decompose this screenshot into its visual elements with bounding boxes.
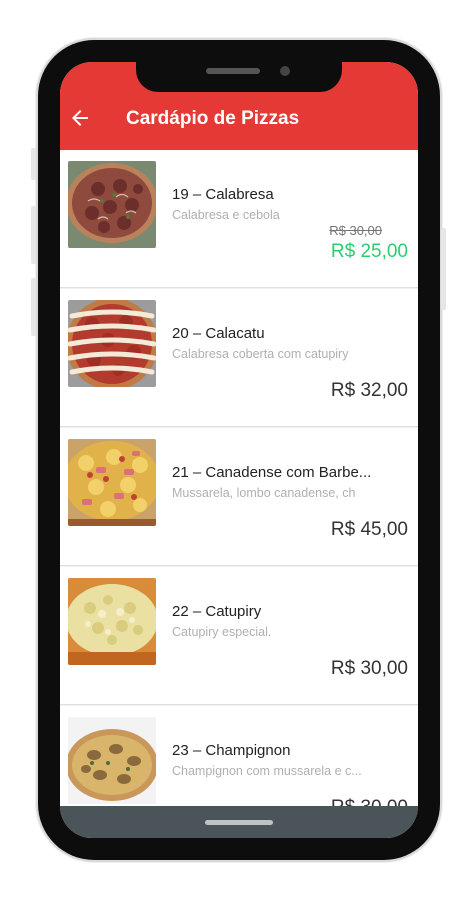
pizza-list-item[interactable]: 19 – Calabresa Calabresa e cebola R$ 30,… [60,150,418,288]
pizza-name: 22 – Catupiry [172,603,262,620]
pizza-old-price: R$ 30,00 [329,223,382,238]
pizza-thumbnail-canadense [68,439,156,526]
page-title: Cardápio de Pizzas [126,108,300,129]
phone-notch [136,62,342,92]
system-navigation-bar [60,806,418,838]
pizza-list[interactable]: 19 – Calabresa Calabresa e cebola R$ 30,… [60,150,418,806]
pizza-thumbnail-catupiry [68,578,156,665]
pizza-list-item[interactable]: 21 – Canadense com Barbe... Mussarela, l… [60,428,418,566]
pizza-price: R$ 45,00 [330,519,408,540]
phone-power-button [441,228,446,310]
home-indicator[interactable] [205,820,273,825]
pizza-description: Mussarela, lombo canadense, ch [172,486,356,500]
pizza-list-item[interactable]: 22 – Catupiry Catupiry especial. R$ 30,0… [60,567,418,705]
pizza-description: Catupiry especial. [172,625,272,639]
pizza-thumbnail-calabresa [68,161,156,248]
pizza-list-item[interactable]: 23 – Champignon Champignon com mussarela… [60,706,418,806]
arrow-left-icon[interactable] [68,106,92,130]
pizza-thumbnail-calacatu [68,300,156,387]
phone-screen: Cardápio de Pizzas 19 – Calabresa Calabr… [60,62,418,838]
pizza-description: Calabresa coberta com catupiry [172,347,349,361]
phone-volume-up-button [31,206,36,264]
pizza-name: 21 – Canadense com Barbe... [172,464,372,481]
phone-volume-down-button [31,278,36,336]
pizza-description: Champignon com mussarela e c... [172,764,362,778]
pizza-name: 19 – Calabresa [172,186,274,203]
pizza-name: 23 – Champignon [172,742,291,759]
pizza-promo-price: R$ 25,00 [330,241,408,262]
pizza-price: R$ 30,00 [331,797,408,806]
pizza-description: Calabresa e cebola [172,208,280,222]
pizza-price: R$ 32,00 [330,380,408,401]
phone-frame: Cardápio de Pizzas 19 – Calabresa Calabr… [31,40,446,860]
front-camera [280,66,290,76]
phone-mute-button [31,148,36,180]
pizza-name: 20 – Calacatu [172,325,265,342]
pizza-list-item[interactable]: 20 – Calacatu Calabresa coberta com catu… [60,289,418,427]
speaker-grille [206,68,260,74]
pizza-thumbnail-champignon [68,717,156,804]
pizza-price: R$ 30,00 [330,658,408,679]
